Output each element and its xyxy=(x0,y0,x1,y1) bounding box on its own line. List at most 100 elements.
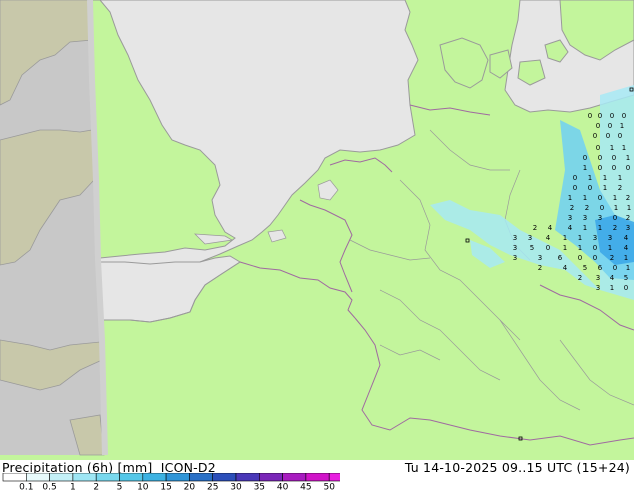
legend-tick-label: 0.1 xyxy=(19,483,33,491)
legend-color-box xyxy=(189,472,213,482)
station-value: 1 xyxy=(588,174,592,182)
station-value: 1 xyxy=(598,224,602,232)
station-value: 2 xyxy=(538,264,542,272)
station-value: 0 xyxy=(598,194,602,202)
station-value: 4 xyxy=(563,264,568,272)
legend-tick-label: 40 xyxy=(277,483,289,491)
legend-tick-label: 50 xyxy=(323,483,335,491)
station-value: 1 xyxy=(626,264,630,272)
legend-tick-label: 5 xyxy=(117,483,123,491)
station-value: 0 xyxy=(573,174,577,182)
station-value: 1 xyxy=(622,144,626,152)
station-value: 0 xyxy=(588,112,592,120)
station-value: 1 xyxy=(610,144,614,152)
station-value: 3 xyxy=(608,234,612,242)
station-value: 1 xyxy=(603,184,607,192)
station-value: 1 xyxy=(614,204,618,212)
station-value: 3 xyxy=(528,234,532,242)
station-value: 4 xyxy=(610,274,615,282)
legend-color-box xyxy=(49,472,74,482)
precipitation-map: 0000001000011000110000111001211012220113… xyxy=(0,0,634,460)
legend-tick-label: 10 xyxy=(137,483,149,491)
legend-tick-label: 1 xyxy=(70,483,76,491)
station-value: 4 xyxy=(624,234,629,242)
station-value: 3 xyxy=(598,214,602,222)
station-value: 1 xyxy=(626,154,630,162)
station-value: 4 xyxy=(624,244,629,252)
station-value: 0 xyxy=(618,132,622,140)
station-value: 2 xyxy=(626,214,630,222)
station-value: 6 xyxy=(598,264,603,272)
legend-tick-label: 15 xyxy=(160,483,171,491)
station-value: 2 xyxy=(570,204,574,212)
legend-color-box xyxy=(165,472,190,482)
station-value: 0 xyxy=(612,164,616,172)
station-value: 0 xyxy=(613,214,617,222)
footer: Precipitation (6h) [mm] ICON-D2 Tu 14-10… xyxy=(0,460,634,493)
legend-color-box xyxy=(282,472,307,482)
station-value: 1 xyxy=(608,244,612,252)
station-value: 3 xyxy=(513,244,517,252)
legend-tick-label: 2 xyxy=(93,483,99,491)
station-value: 0 xyxy=(608,122,612,130)
station-value: 2 xyxy=(613,224,617,232)
station-value: 0 xyxy=(610,112,614,120)
station-value: 1 xyxy=(568,194,572,202)
legend-color-box xyxy=(235,472,260,482)
station-value: 0 xyxy=(622,112,626,120)
legend-color-box xyxy=(72,472,97,482)
legend-color-box xyxy=(258,472,283,482)
station-value: 1 xyxy=(563,244,567,252)
station-value: 1 xyxy=(610,284,614,292)
station-value: 1 xyxy=(627,204,631,212)
station-value: 0 xyxy=(612,154,616,162)
station-value: 5 xyxy=(530,244,534,252)
station-value: 5 xyxy=(583,264,587,272)
legend-color-box xyxy=(119,472,144,482)
legend-color-box xyxy=(25,472,50,482)
station-value: 1 xyxy=(624,254,628,262)
station-value: 2 xyxy=(585,204,589,212)
station-value: 3 xyxy=(596,274,600,282)
station-value: 0 xyxy=(588,184,592,192)
station-value: 0 xyxy=(593,244,597,252)
station-value: 0 xyxy=(613,264,617,272)
station-value: 0 xyxy=(598,112,602,120)
legend-tick-label: 30 xyxy=(230,483,242,491)
station-value: 1 xyxy=(613,194,617,202)
station-value: 1 xyxy=(583,164,587,172)
station-value: 1 xyxy=(603,174,607,182)
legend-color-box xyxy=(142,472,167,482)
station-value: 3 xyxy=(596,284,600,292)
station-value: 1 xyxy=(578,244,582,252)
legend-tick-label: 0.5 xyxy=(42,483,56,491)
station-value: 2 xyxy=(610,254,614,262)
legend-color-box xyxy=(305,472,330,482)
legend-color-box xyxy=(328,472,353,482)
station-value: 2 xyxy=(618,184,622,192)
station-value: 2 xyxy=(626,194,630,202)
station-value: 3 xyxy=(538,254,542,262)
station-value: 3 xyxy=(513,234,517,242)
legend-color-box xyxy=(95,472,120,482)
legend-color-box xyxy=(212,472,237,482)
station-value: 3 xyxy=(583,214,587,222)
legend-tick-labels: 0.1 0.5 1 2 5 10 15 20 25 30 35 40 45 50 xyxy=(19,483,335,493)
color-legend: 0.1 0.5 1 2 5 10 15 20 25 30 35 40 45 50 xyxy=(0,472,366,493)
station-value: 0 xyxy=(578,254,582,262)
station-value: 4 xyxy=(546,234,551,242)
station-value: 1 xyxy=(620,122,624,130)
station-value: 3 xyxy=(593,234,597,242)
legend-tick-label: 20 xyxy=(184,483,196,491)
station-value: 0 xyxy=(596,144,600,152)
station-value: 2 xyxy=(533,224,537,232)
valid-time: Tu 14-10-2025 09..15 UTC (15+24) xyxy=(404,460,630,475)
station-value: 1 xyxy=(618,174,622,182)
station-value: 4 xyxy=(568,224,573,232)
station-value: 0 xyxy=(596,122,600,130)
station-value: 5 xyxy=(624,274,628,282)
legend-tick-label: 45 xyxy=(300,483,311,491)
station-value: 0 xyxy=(598,164,602,172)
station-value: 0 xyxy=(598,154,602,162)
station-value: 0 xyxy=(593,254,597,262)
